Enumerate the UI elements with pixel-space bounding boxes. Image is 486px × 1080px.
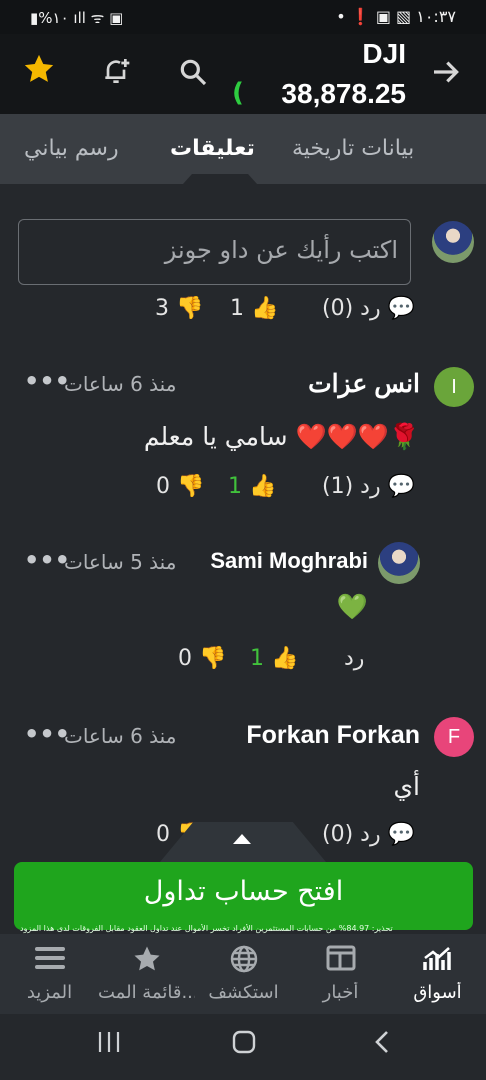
arrow-right-icon[interactable]	[430, 56, 462, 95]
reply-button[interactable]: رد	[344, 646, 364, 671]
like-button[interactable]: 1 👍	[228, 474, 276, 499]
price-change-fragment: (	[232, 78, 244, 108]
back-icon[interactable]	[370, 1028, 396, 1063]
more-options-icon[interactable]: •••	[24, 367, 70, 395]
nav-markets[interactable]: أسواق	[389, 944, 486, 1003]
status-bar: ▮%١٠ ıll ᯤ ▣ • ❗ ▣ ▧ ١٠:٣٧	[0, 0, 486, 34]
dislike-button[interactable]: 0 👎	[178, 646, 226, 671]
reply-button[interactable]: رد (0) 💬	[322, 822, 415, 847]
commenter-avatar: F	[434, 717, 474, 757]
thumb-up-icon: 👍	[271, 646, 299, 671]
recent-apps-icon[interactable]	[96, 1028, 122, 1063]
user-avatar	[432, 221, 474, 263]
commenter-name[interactable]: Forkan Forkan	[246, 721, 420, 750]
menu-icon	[1, 944, 98, 978]
thumb-down-icon: 👎	[177, 474, 205, 499]
thumb-up-icon[interactable]: 👍	[251, 296, 278, 321]
comment-text: سامي يا معلم ❤️❤️❤️🌹	[143, 422, 420, 451]
ticker-price: 38,878.25	[281, 78, 406, 109]
comment-time: منذ 6 ساعات	[64, 724, 177, 748]
tab-chart[interactable]: رسم بياني	[24, 136, 119, 161]
status-left: ▮%١٠ ıll ᯤ ▣	[30, 9, 124, 27]
dislike-button[interactable]: 0 👎	[156, 474, 204, 499]
news-icon	[292, 944, 389, 978]
markets-icon	[389, 944, 486, 978]
ticker-symbol: DJI	[362, 38, 406, 69]
more-options-icon[interactable]: •••	[24, 720, 70, 748]
comment-text: أي	[393, 772, 420, 801]
commenter-name[interactable]: Sami Moghrabi	[210, 548, 368, 574]
active-tab-indicator	[183, 174, 257, 184]
comment-text: 💚	[336, 592, 368, 621]
home-icon[interactable]	[231, 1028, 257, 1063]
comment-time: منذ 5 ساعات	[64, 550, 177, 574]
partial-reply[interactable]: رد (0) 💬	[322, 296, 415, 321]
bell-plus-icon[interactable]	[100, 55, 132, 94]
chevron-up-icon	[233, 834, 251, 844]
more-options-icon[interactable]: •••	[24, 546, 70, 574]
tab-historical-data[interactable]: بيانات تاريخية	[292, 136, 414, 161]
open-trading-account-button[interactable]: افتح حساب تداول	[14, 862, 473, 930]
nav-more[interactable]: المزيد	[1, 944, 98, 1003]
commenter-avatar	[378, 542, 420, 584]
comment-input-placeholder: اكتب رأيك عن داو جونز	[164, 236, 398, 264]
thumb-up-icon: 👍	[249, 474, 277, 499]
nav-watchlist[interactable]: قائمة المت...	[98, 944, 195, 1003]
partial-like-count: 1 👍	[230, 296, 279, 321]
search-icon[interactable]	[177, 56, 209, 95]
reply-button[interactable]: رد (1) 💬	[322, 474, 415, 499]
thumb-down-icon: 👎	[199, 646, 227, 671]
status-right: • ❗ ▣ ▧ ١٠:٣٧	[336, 7, 456, 26]
star-icon	[98, 944, 195, 978]
comment-time: منذ 6 ساعات	[64, 372, 177, 396]
star-icon[interactable]	[22, 52, 56, 93]
partial-dislike-count: 3 👎	[155, 296, 204, 321]
commenter-name[interactable]: انس عزات	[308, 369, 420, 399]
globe-icon	[195, 944, 292, 978]
reply-icon: 💬	[387, 474, 415, 499]
reply-icon: 💬	[387, 296, 415, 321]
risk-disclaimer: تحذير: 84.97% من حسابات المستثمرين الأفر…	[20, 924, 393, 933]
tab-comments[interactable]: تعليقات	[170, 136, 255, 161]
like-button[interactable]: 1 👍	[250, 646, 298, 671]
thumb-down-icon[interactable]: 👎	[176, 296, 203, 321]
reply-icon: 💬	[387, 822, 415, 847]
nav-explore[interactable]: استكشف	[195, 944, 292, 1003]
nav-news[interactable]: أخبار	[292, 944, 389, 1003]
commenter-avatar: I	[434, 367, 474, 407]
